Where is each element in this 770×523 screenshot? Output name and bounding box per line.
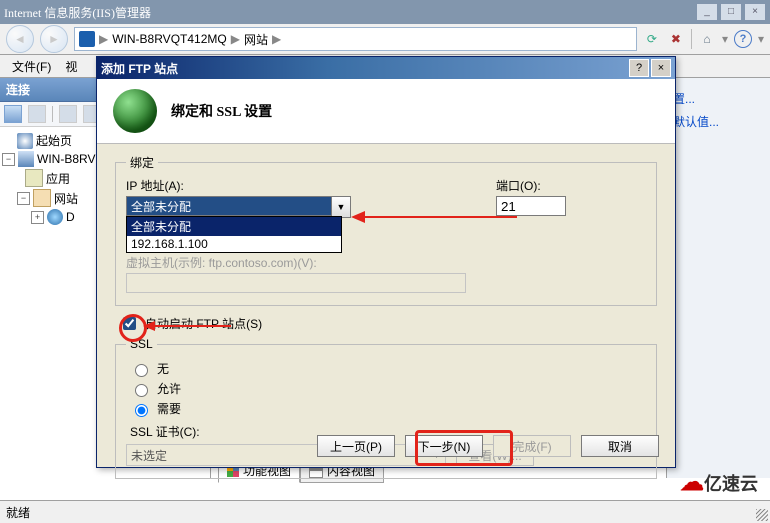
main-window-title: Internet 信息服务(IIS)管理器 — [4, 4, 696, 21]
chevron-right-icon: ▶ — [231, 32, 240, 46]
status-text: 就绪 — [6, 504, 30, 521]
help-icon[interactable]: ? — [734, 30, 752, 48]
iis-icon — [79, 31, 95, 47]
site-icon — [47, 209, 63, 225]
binding-group: 绑定 IP 地址(A): ▼ 全部未分配 192.168.1.100 — [115, 154, 657, 306]
ssl-allow-label: 允许 — [157, 380, 181, 397]
finish-button: 完成(F) — [493, 435, 571, 457]
server-icon — [18, 151, 34, 167]
chevron-right-icon: ▶ — [99, 32, 108, 46]
tree-label: 网站 — [54, 190, 78, 207]
dropdown-arrow-icon[interactable]: ▼ — [332, 196, 351, 218]
nav-back-button[interactable]: ◄ — [6, 25, 34, 53]
ssl-group: SSL 无 允许 需要 SSL 证书(C): 未选定 ▼ 查看(W)... — [115, 337, 657, 479]
stop-icon[interactable]: ✖ — [667, 30, 685, 48]
logo-text: 亿速云 — [704, 470, 758, 496]
port-input[interactable] — [496, 196, 566, 216]
ssl-require-label: 需要 — [157, 400, 181, 417]
menu-view[interactable]: 视 — [59, 56, 83, 77]
port-label: 端口(O): — [496, 177, 566, 194]
tree-label: WIN-B8RV — [37, 152, 95, 166]
ssl-none-label: 无 — [157, 360, 169, 377]
dropdown-icon[interactable]: ▾ — [722, 32, 728, 46]
status-bar: 就绪 — [0, 500, 770, 523]
dialog-header: 绑定和 SSL 设置 — [97, 79, 675, 144]
menu-file[interactable]: 文件(F) — [6, 56, 57, 77]
logo-icon: ☁ — [680, 468, 700, 497]
home-icon — [17, 133, 33, 149]
dropdown-icon[interactable]: ▾ — [758, 32, 764, 46]
dialog-help-button[interactable]: ? — [629, 59, 649, 77]
dialog-heading: 绑定和 SSL 设置 — [171, 101, 272, 121]
divider — [691, 29, 692, 49]
divider — [52, 106, 53, 122]
resize-grip[interactable] — [756, 509, 768, 521]
action-set[interactable]: 置... — [673, 90, 764, 107]
globe-icon — [113, 89, 157, 133]
ssl-legend: SSL — [126, 337, 157, 351]
action-defaults[interactable]: 默认值... — [673, 113, 764, 130]
dialog-title: 添加 FTP 站点 — [101, 60, 627, 77]
nav-forward-button[interactable]: ► — [40, 25, 68, 53]
breadcrumb-host[interactable]: WIN-B8RVQT412MQ — [112, 32, 226, 46]
watermark-logo: ☁ 亿速云 — [680, 468, 758, 497]
nav-bar: ◄ ► ▶ WIN-B8RVQT412MQ ▶ 网站 ▶ ⟳ ✖ ⌂ ▾ ? ▾ — [0, 24, 770, 55]
autostart-label: 自动启动 FTP 站点(S) — [145, 315, 262, 332]
dialog-footer: 上一页(P) 下一步(N) 完成(F) 取消 — [317, 435, 659, 457]
add-ftp-site-dialog: 添加 FTP 站点 ? × 绑定和 SSL 设置 绑定 IP 地址(A): ▼ … — [96, 56, 676, 468]
ssl-require-radio[interactable] — [135, 404, 148, 417]
collapse-icon[interactable]: − — [2, 153, 15, 166]
ip-option-all-unassigned[interactable]: 全部未分配 — [127, 217, 341, 236]
tree-label: D — [66, 210, 75, 224]
ssl-none-radio[interactable] — [135, 364, 148, 377]
breadcrumb[interactable]: ▶ WIN-B8RVQT412MQ ▶ 网站 ▶ — [74, 27, 637, 51]
maximize-button[interactable]: □ — [720, 3, 742, 21]
minimize-button[interactable]: _ — [696, 3, 718, 21]
up-icon[interactable] — [59, 105, 77, 123]
main-window-titlebar: Internet 信息服务(IIS)管理器 _ □ × — [0, 0, 770, 24]
binding-legend: 绑定 — [126, 154, 158, 171]
virtual-host-input — [126, 273, 466, 293]
cancel-button[interactable]: 取消 — [581, 435, 659, 457]
collapse-icon[interactable]: − — [17, 192, 30, 205]
next-button[interactable]: 下一步(N) — [405, 435, 483, 457]
expand-icon[interactable]: + — [31, 211, 44, 224]
chevron-right-icon: ▶ — [272, 32, 281, 46]
actions-pane: 置... 默认值... — [666, 78, 770, 478]
tree-label: 应用 — [46, 170, 70, 187]
ip-address-label: IP 地址(A): — [126, 177, 466, 194]
save-icon[interactable] — [28, 105, 46, 123]
home-icon[interactable]: ⌂ — [698, 30, 716, 48]
ip-address-dropdown-list[interactable]: 全部未分配 192.168.1.100 — [126, 216, 342, 253]
ip-option-192-168-1-100[interactable]: 192.168.1.100 — [127, 236, 341, 252]
refresh-icon[interactable]: ⟳ — [643, 30, 661, 48]
ip-address-combobox[interactable]: ▼ 全部未分配 192.168.1.100 — [126, 196, 466, 218]
ssl-allow-radio[interactable] — [135, 384, 148, 397]
virtual-host-label: 虚拟主机(示例: ftp.contoso.com)(V): — [126, 254, 466, 271]
dialog-titlebar[interactable]: 添加 FTP 站点 ? × — [97, 57, 675, 79]
ip-address-input[interactable] — [126, 196, 332, 216]
breadcrumb-sites[interactable]: 网站 — [244, 31, 268, 48]
connect-icon[interactable] — [4, 105, 22, 123]
tree-label: 起始页 — [36, 132, 72, 149]
folder-icon — [33, 189, 51, 207]
app-pools-icon — [25, 169, 43, 187]
dialog-close-button[interactable]: × — [651, 59, 671, 77]
ssl-cert-value: 未选定 — [131, 447, 167, 464]
autostart-checkbox[interactable] — [123, 317, 136, 330]
close-button[interactable]: × — [744, 3, 766, 21]
previous-button[interactable]: 上一页(P) — [317, 435, 395, 457]
